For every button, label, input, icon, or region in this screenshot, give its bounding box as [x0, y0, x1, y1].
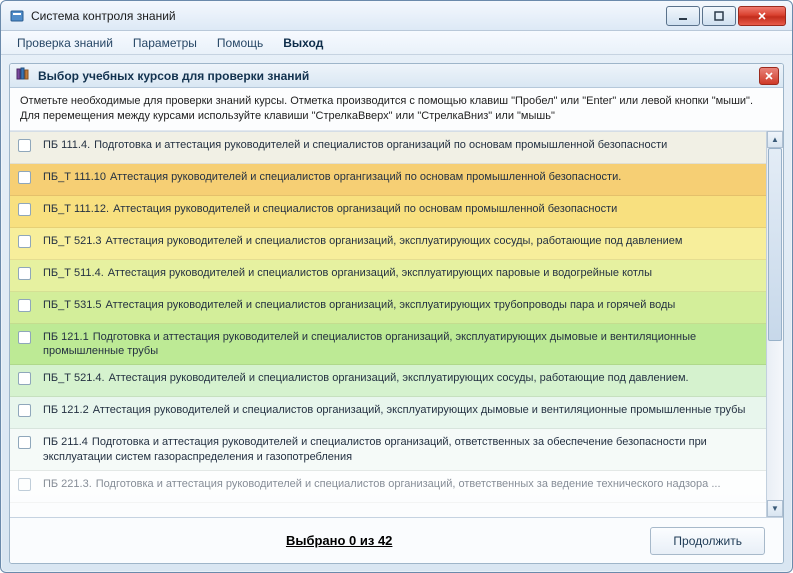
course-row[interactable]: ПБ_Т 521.3 Аттестация руководителей и спе… — [10, 228, 766, 260]
course-checkbox[interactable] — [18, 171, 31, 184]
panel-title: Выбор учебных курсов для проверки знаний — [38, 69, 759, 83]
course-row[interactable]: ПБ 121.2 Аттестация руководителей и специ… — [10, 397, 766, 429]
instructions: Отметьте необходимые для проверки знаний… — [10, 88, 783, 131]
course-code: ПБ_Т 111.10 — [43, 171, 106, 183]
course-checkbox[interactable] — [18, 436, 31, 449]
course-text: Аттестация руководителей и специалистов … — [113, 203, 617, 215]
course-code: ПБ_Т 521.4. — [43, 372, 105, 384]
course-code: ПБ 111.4. — [43, 139, 90, 151]
course-list-wrap: ПБ 111.4. Подготовка и аттестация руковод… — [10, 131, 783, 517]
scroll-thumb[interactable] — [768, 148, 782, 342]
course-code: ПБ_Т 531.5 — [43, 299, 102, 311]
course-row[interactable]: ПБ 221.3. Подготовка и аттестация руковод… — [10, 471, 766, 503]
menu-item-help[interactable]: Помощь — [207, 31, 273, 54]
course-row[interactable]: ПБ_Т 111.12. Аттестация руководителей и с… — [10, 196, 766, 228]
course-checkbox[interactable] — [18, 299, 31, 312]
course-row[interactable]: ПБ_Т 511.4. Аттестация руководителей и сп… — [10, 260, 766, 292]
course-text: Подготовка и аттестация руководителей и … — [43, 331, 696, 357]
course-label: ПБ 121.1Подготовка и аттестация руководи… — [43, 330, 758, 359]
menu-item-exit[interactable]: Выход — [273, 31, 333, 54]
course-text: Аттестация руководителей и специалистов … — [109, 372, 689, 384]
course-checkbox[interactable] — [18, 331, 31, 344]
app-icon — [9, 8, 25, 24]
menu-item-check-knowledge[interactable]: Проверка знаний — [7, 31, 123, 54]
course-label: ПБ_Т 521.4. Аттестация руководителей и сп… — [43, 371, 758, 385]
books-icon — [16, 67, 32, 84]
course-text: Подготовка и аттестация руководителей и … — [43, 436, 707, 462]
course-checkbox[interactable] — [18, 372, 31, 385]
course-label: ПБ 221.3. Подготовка и аттестация руковод… — [43, 477, 758, 491]
course-text: Аттестация руководителей и специалистов … — [108, 267, 652, 279]
course-text: Аттестация руководителей и специалистов … — [93, 404, 746, 416]
client-area: Выбор учебных курсов для проверки знаний… — [1, 55, 792, 572]
course-text: Аттестация руководителей и специалистов … — [106, 299, 676, 311]
course-checkbox[interactable] — [18, 203, 31, 216]
scrollbar: ▲ ▼ — [766, 131, 783, 517]
course-label: ПБ_Т 111.10 Аттестация руководителей и сп… — [43, 170, 758, 184]
course-label: ПБ 111.4. Подготовка и аттестация руковод… — [43, 138, 758, 152]
course-text: Аттестация руководителей и специалистов … — [110, 171, 621, 183]
main-window: Система контроля знаний Проверка знаний … — [0, 0, 793, 573]
course-row[interactable]: ПБ_Т 111.10 Аттестация руководителей и сп… — [10, 164, 766, 196]
course-checkbox[interactable] — [18, 404, 31, 417]
continue-button[interactable]: Продолжить — [650, 527, 765, 555]
course-code: ПБ 121.2 — [43, 404, 89, 416]
close-button[interactable] — [738, 6, 786, 26]
course-checkbox[interactable] — [18, 139, 31, 152]
course-checkbox[interactable] — [18, 478, 31, 491]
menu-item-parameters[interactable]: Параметры — [123, 31, 207, 54]
panel-close-button[interactable] — [759, 67, 779, 85]
course-row[interactable]: ПБ_Т 521.4. Аттестация руководителей и сп… — [10, 365, 766, 397]
course-list: ПБ 111.4. Подготовка и аттестация руковод… — [10, 131, 766, 517]
course-text: Аттестация руководителей и специалистов … — [106, 235, 683, 247]
window-controls — [664, 6, 786, 26]
course-code: ПБ 211.4 — [43, 436, 88, 448]
course-text: Подготовка и аттестация руководителей и … — [96, 478, 721, 490]
panel-footer: Выбрано 0 из 42 Продолжить — [10, 517, 783, 563]
course-label: ПБ 121.2 Аттестация руководителей и специ… — [43, 403, 758, 417]
course-row[interactable]: ПБ 211.4Подготовка и аттестация руководи… — [10, 429, 766, 471]
selection-counter: Выбрано 0 из 42 — [28, 533, 650, 548]
panel-header: Выбор учебных курсов для проверки знаний — [10, 64, 783, 88]
minimize-button[interactable] — [666, 6, 700, 26]
window-titlebar: Система контроля знаний — [1, 1, 792, 31]
course-row[interactable]: ПБ 111.4. Подготовка и аттестация руковод… — [10, 132, 766, 164]
course-label: ПБ_Т 511.4. Аттестация руководителей и сп… — [43, 266, 758, 280]
instructions-line2: Для перемещения между курсами используйт… — [20, 109, 773, 124]
course-code: ПБ_Т 521.3 — [43, 235, 102, 247]
course-text: Подготовка и аттестация руководителей и … — [94, 139, 667, 151]
course-label: ПБ 211.4Подготовка и аттестация руководи… — [43, 435, 758, 464]
course-label: ПБ_Т 531.5 Аттестация руководителей и спе… — [43, 298, 758, 312]
maximize-button[interactable] — [702, 6, 736, 26]
menu-bar: Проверка знаний Параметры Помощь Выход — [1, 31, 792, 55]
course-code: ПБ 121.1 — [43, 331, 89, 343]
course-label: ПБ_Т 521.3 Аттестация руководителей и спе… — [43, 234, 758, 248]
course-selection-panel: Выбор учебных курсов для проверки знаний… — [9, 63, 784, 564]
course-checkbox[interactable] — [18, 267, 31, 280]
scroll-down-button[interactable]: ▼ — [767, 500, 783, 517]
course-label: ПБ_Т 111.12. Аттестация руководителей и с… — [43, 202, 758, 216]
course-checkbox[interactable] — [18, 235, 31, 248]
window-title: Система контроля знаний — [31, 9, 664, 23]
course-code: ПБ 221.3. — [43, 478, 92, 490]
course-code: ПБ_Т 111.12. — [43, 203, 109, 215]
scroll-up-button[interactable]: ▲ — [767, 131, 783, 148]
scroll-track[interactable] — [767, 148, 783, 500]
instructions-line1: Отметьте необходимые для проверки знаний… — [20, 94, 773, 109]
course-code: ПБ_Т 511.4. — [43, 267, 104, 279]
course-row[interactable]: ПБ_Т 531.5 Аттестация руководителей и спе… — [10, 292, 766, 324]
course-row[interactable]: ПБ 121.1Подготовка и аттестация руководи… — [10, 324, 766, 366]
